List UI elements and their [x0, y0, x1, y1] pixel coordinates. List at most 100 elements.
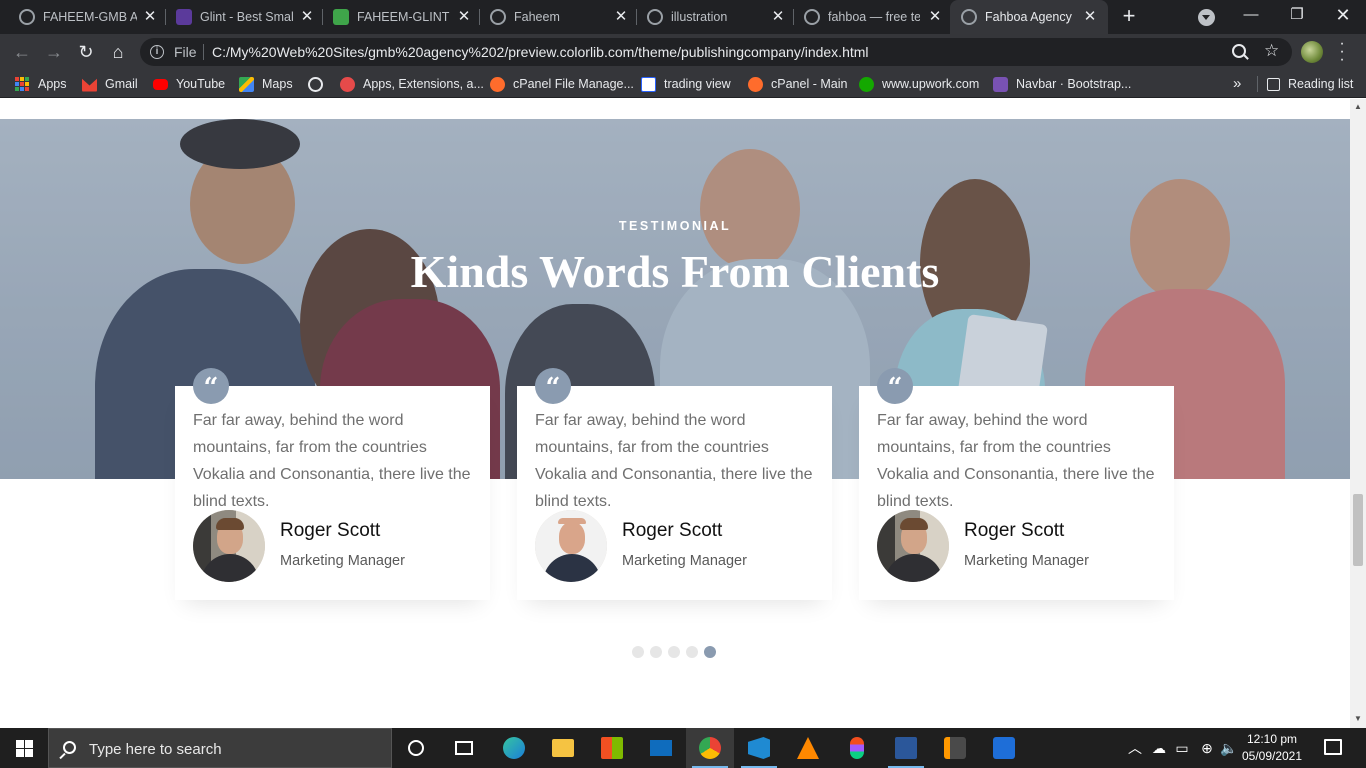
tab-title: illustration: [671, 10, 728, 24]
chrome-icon[interactable]: [686, 728, 734, 768]
cortana-button[interactable]: [392, 728, 440, 768]
battery-icon[interactable]: ▭: [1173, 728, 1191, 768]
bookmark-bootstrap[interactable]: Navbar · Bootstrap...: [993, 76, 1131, 92]
globe-icon: [961, 9, 977, 25]
address-bar[interactable]: i File C:/My%20Web%20Sites/gmb%20agency%…: [140, 38, 1292, 66]
quote-icon: “: [193, 368, 229, 404]
carousel-dot[interactable]: [632, 646, 644, 658]
scroll-up-arrow[interactable]: ▲: [1354, 103, 1362, 111]
mail-icon[interactable]: [637, 728, 685, 768]
carousel-dot[interactable]: [668, 646, 680, 658]
scroll-down-arrow[interactable]: ▼: [1354, 715, 1362, 723]
bookmark-maps[interactable]: Maps: [239, 76, 293, 92]
typora-icon[interactable]: [980, 728, 1028, 768]
reading-list-button[interactable]: Reading list: [1267, 76, 1353, 92]
tab-fahboa-agency[interactable]: Fahboa Agency ✕: [950, 0, 1108, 34]
bookmark-extensions[interactable]: Apps, Extensions, a...: [340, 76, 484, 92]
maps-icon: [239, 76, 254, 92]
figma-icon[interactable]: [833, 728, 881, 768]
carousel-dot[interactable]: [686, 646, 698, 658]
client-position: Marketing Manager: [964, 553, 1089, 569]
back-arrow-icon[interactable]: ←: [11, 41, 33, 63]
tab-illustration[interactable]: illustration ✕: [636, 0, 792, 34]
close-tab-icon[interactable]: ✕: [455, 8, 473, 26]
page-scrollbar[interactable]: ▲ ▼: [1350, 99, 1366, 728]
testimonial-text: Far far away, behind the word mountains,…: [535, 412, 813, 510]
restore-button[interactable]: ❐: [1274, 0, 1320, 34]
tab-title: Glint - Best Small: [200, 10, 294, 24]
reload-icon[interactable]: ↻: [75, 41, 97, 63]
apps-grid-icon: [15, 76, 30, 92]
client-name: Roger Scott: [622, 520, 723, 541]
more-bookmarks-button[interactable]: »: [1233, 75, 1241, 92]
minimize-button[interactable]: —: [1228, 0, 1274, 34]
profile-avatar[interactable]: [1301, 41, 1323, 63]
extensions-icon: [340, 76, 355, 92]
close-tab-icon[interactable]: ✕: [769, 8, 787, 26]
taskbar-search[interactable]: Type here to search: [48, 728, 392, 768]
scroll-thumb[interactable]: [1353, 494, 1363, 566]
bookmark-gmail[interactable]: Gmail: [82, 76, 138, 92]
quote-icon: “: [877, 368, 913, 404]
vlc-icon[interactable]: [784, 728, 832, 768]
onedrive-icon[interactable]: ☁: [1149, 728, 1169, 768]
bookmark-cpanel-main[interactable]: cPanel - Main: [748, 76, 847, 92]
vscode-icon[interactable]: [735, 728, 783, 768]
bookmark-youtube[interactable]: YouTube: [153, 76, 225, 92]
close-tab-icon[interactable]: ✕: [298, 8, 316, 26]
cpanel-icon: [490, 76, 505, 92]
reading-list-icon: [1267, 77, 1280, 91]
carousel-pagination: [632, 646, 716, 658]
tab-faheem[interactable]: Faheem ✕: [479, 0, 635, 34]
bookmark-apps[interactable]: Apps: [15, 76, 67, 92]
tab-glint[interactable]: Glint - Best Small ✕: [165, 0, 321, 34]
forward-arrow-icon[interactable]: →: [43, 41, 65, 63]
client-name: Roger Scott: [964, 520, 1065, 541]
client-position: Marketing Manager: [280, 553, 405, 569]
close-tab-icon[interactable]: ✕: [1081, 8, 1099, 26]
close-tab-icon[interactable]: ✕: [612, 8, 630, 26]
home-icon[interactable]: ⌂: [107, 41, 129, 63]
bookmark-upwork[interactable]: www.upwork.com: [859, 76, 979, 92]
info-icon[interactable]: i: [150, 45, 164, 59]
tab-title: Fahboa Agency: [985, 10, 1072, 24]
windows-taskbar: Type here to search ︿ ☁ ▭ ⊕ 🔈 12:10 pm 0…: [0, 728, 1366, 768]
tab-faheem-glint[interactable]: FAHEEM-GLINT ✕: [322, 0, 478, 34]
close-tab-icon[interactable]: ✕: [926, 8, 944, 26]
sublime-text-icon[interactable]: [931, 728, 979, 768]
close-window-button[interactable]: ✕: [1320, 0, 1366, 34]
word-icon[interactable]: [882, 728, 930, 768]
tab-search-icon[interactable]: [1198, 9, 1215, 26]
notification-icon[interactable]: [1324, 739, 1342, 755]
show-hidden-icons[interactable]: ︿: [1126, 728, 1144, 768]
client-name: Roger Scott: [280, 520, 381, 541]
web-page: TESTIMONIAL Kinds Words From Clients “ F…: [0, 99, 1350, 728]
section-subheading: TESTIMONIAL: [618, 219, 732, 233]
network-icon[interactable]: ⊕: [1197, 728, 1217, 768]
zoom-icon[interactable]: [1232, 44, 1246, 58]
url-text[interactable]: C:/My%20Web%20Sites/gmb%20agency%202/pre…: [212, 44, 869, 60]
tab-title: fahboa — free te: [828, 10, 920, 24]
file-explorer-icon[interactable]: [539, 728, 587, 768]
edge-icon[interactable]: [490, 728, 538, 768]
start-button[interactable]: [0, 728, 48, 768]
tab-fahboa-free[interactable]: fahboa — free te ✕: [793, 0, 949, 34]
task-view-button[interactable]: [440, 728, 488, 768]
bookmark-trading-view[interactable]: trading view: [641, 76, 731, 92]
bookmark-star-icon[interactable]: ☆: [1264, 41, 1279, 61]
new-tab-button[interactable]: +: [1118, 5, 1140, 28]
clock[interactable]: 12:10 pm 05/09/2021: [1238, 731, 1306, 765]
close-tab-icon[interactable]: ✕: [141, 8, 159, 26]
carousel-dot[interactable]: [650, 646, 662, 658]
globe-icon: [19, 9, 35, 25]
testimonial-card: “ Far far away, behind the word mountain…: [859, 368, 1174, 600]
colorlib-icon: [176, 9, 192, 25]
bookmark-globe[interactable]: [308, 76, 331, 92]
bookmark-cpanel-file-manager[interactable]: cPanel File Manage...: [490, 76, 634, 92]
menu-dots-icon[interactable]: · · ·: [1336, 36, 1348, 68]
volume-icon[interactable]: 🔈: [1220, 728, 1238, 768]
tab-faheem-gmb[interactable]: FAHEEM-GMB AG ✕: [8, 0, 163, 34]
carousel-dot-active[interactable]: [704, 646, 716, 658]
store-icon[interactable]: [588, 728, 636, 768]
url-scheme: File: [174, 44, 197, 60]
